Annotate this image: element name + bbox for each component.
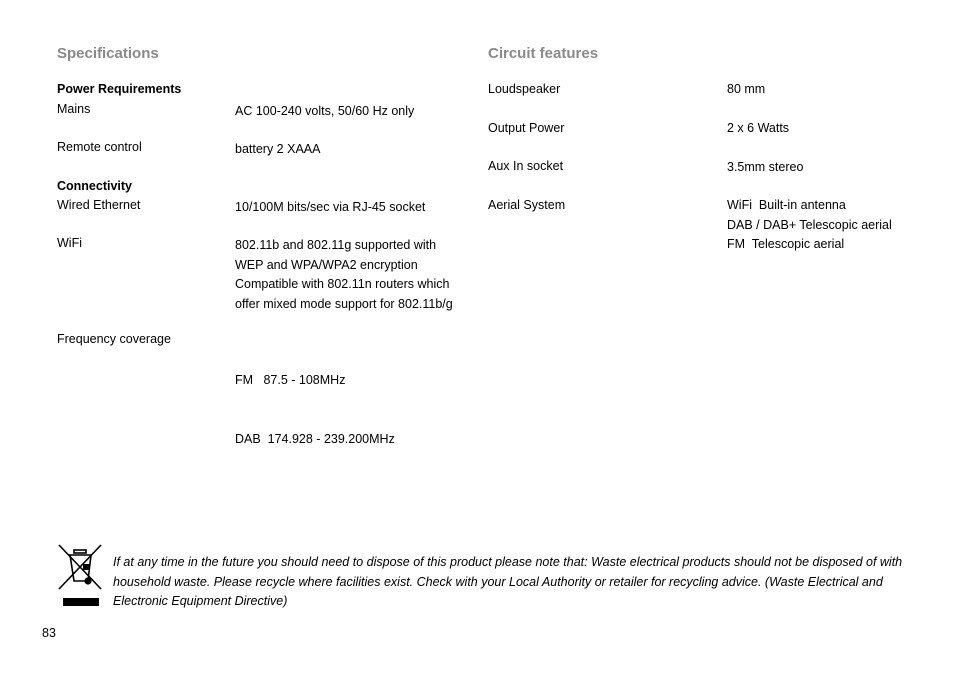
power-requirements-heading: Power Requirements	[57, 82, 182, 96]
wifi-label: WiFi	[57, 236, 82, 250]
connectivity-heading: Connectivity	[57, 179, 133, 193]
output-power-value: 2 x 6 Watts	[727, 119, 789, 139]
output-power-value-line: 2 x 6 Watts	[727, 121, 790, 135]
aerial-system-label: Aerial System	[488, 198, 566, 212]
frequency-coverage-value: FM 87.5 - 108MHz DAB 174.928 - 239.200MH…	[235, 332, 395, 469]
mains-label: Mains	[57, 102, 91, 116]
circuit-features-title: Circuit features	[488, 45, 599, 62]
mains-value-line: AC 100-240 volts, 50/60 Hz only	[235, 104, 415, 118]
wifi-value-line: Compatible with 802.11n routers which	[235, 277, 450, 291]
wired-ethernet-label: Wired Ethernet	[57, 198, 141, 212]
loudspeaker-value: 80 mm	[727, 80, 765, 100]
wired-ethernet-value-line: 10/100M bits/sec via RJ-45 socket	[235, 200, 426, 214]
loudspeaker-label: Loudspeaker	[488, 82, 561, 96]
aux-in-value: 3.5mm stereo	[727, 158, 803, 178]
remote-control-label: Remote control	[57, 140, 142, 154]
frequency-value-line: FM 87.5 - 108MHz	[235, 373, 346, 387]
weee-disposal-notice: If at any time in the future you should …	[113, 555, 903, 608]
wifi-value: 802.11b and 802.11g supported with WEP a…	[235, 236, 453, 314]
specifications-title: Specifications	[57, 45, 159, 62]
wifi-value-line: WEP and WPA/WPA2 encryption	[235, 257, 418, 272]
wired-ethernet-value: 10/100M bits/sec via RJ-45 socket	[235, 198, 425, 218]
remote-control-value-line: battery 2 XAAA	[235, 142, 321, 156]
frequency-coverage-label: Frequency coverage	[57, 332, 171, 346]
aerial-value-line: FM Telescopic aerial	[727, 237, 845, 251]
page-number: 83	[42, 626, 56, 640]
aerial-value-line: DAB / DAB+ Telescopic aerial	[727, 217, 892, 232]
aerial-value-line: WiFi Built-in antenna	[727, 198, 846, 212]
loudspeaker-value-line: 80 mm	[727, 82, 766, 96]
remote-control-value: battery 2 XAAA	[235, 140, 320, 160]
crossed-out-wheelie-bin-icon	[57, 544, 103, 608]
mains-value: AC 100-240 volts, 50/60 Hz only	[235, 102, 414, 122]
frequency-value-line: DAB 174.928 - 239.200MHz	[235, 431, 395, 446]
output-power-label: Output Power	[488, 121, 565, 135]
wifi-value-line: 802.11b and 802.11g supported with	[235, 238, 437, 252]
aux-in-label: Aux In socket	[488, 159, 564, 173]
wifi-value-line: offer mixed mode support for 802.11b/g	[235, 296, 453, 311]
aerial-system-value: WiFi Built-in antenna DAB / DAB+ Telesco…	[727, 196, 892, 255]
aux-in-value-line: 3.5mm stereo	[727, 160, 804, 174]
